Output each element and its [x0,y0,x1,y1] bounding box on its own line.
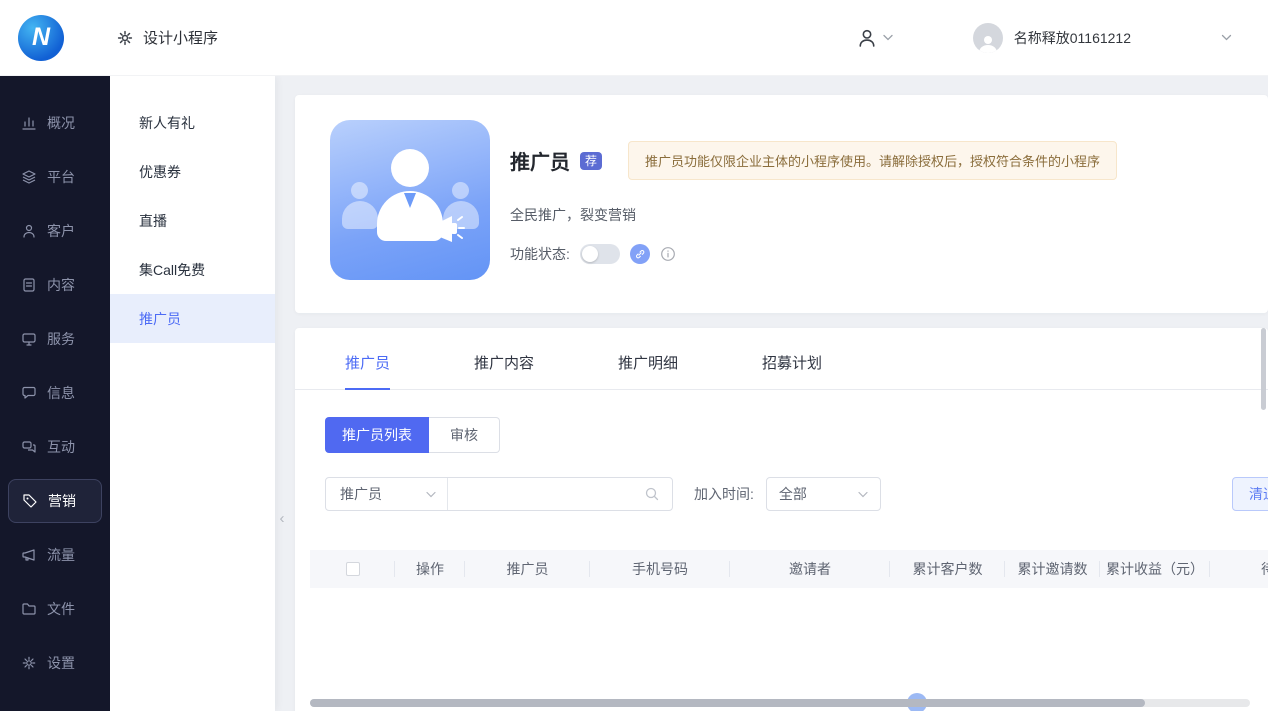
link-icon[interactable] [629,244,650,264]
chat-icon [21,439,37,455]
sidebar-item-files[interactable]: 文件 [0,582,110,636]
primary-sidebar: 概况 平台 客户 内容 服务 信息 互动 营销 流量 文件 设置 [0,76,110,711]
promoter-panel: 推广员 推广内容 推广明细 招募计划 推广员列表 审核 推广员 加入时间: 全部… [295,328,1268,711]
app-logo: N [18,14,64,61]
sidebar-item-settings[interactable]: 设置 [0,636,110,690]
sidebar-item-platform[interactable]: 平台 [0,150,110,204]
col-total-customers: 累计客户数 [890,550,1005,588]
submenu-item-newcomer-gift[interactable]: 新人有礼 [110,98,275,147]
person-icon [856,27,878,49]
col-promoter: 推广员 [465,550,590,588]
tab-bar: 推广员 推广内容 推广明细 招募计划 [295,328,1268,390]
col-actions: 操作 [395,550,465,588]
feature-title: 推广员 [510,152,570,174]
info-icon[interactable] [660,246,676,262]
col-pending: 待结 [1210,550,1268,588]
horizontal-scrollbar[interactable] [310,699,1250,707]
feature-subtitle: 全民推广，裂变营销 [510,207,636,223]
table-header: 操作 推广员 手机号码 邀请者 累计客户数 累计邀请数 累计收益（元） 待结 [310,550,1268,588]
tab-promo-details[interactable]: 推广明细 [618,352,678,389]
user-name: 名称释放01161212 [1013,29,1131,46]
layers-icon [21,169,37,185]
sidebar-item-messages[interactable]: 信息 [0,366,110,420]
chart-icon [21,115,37,131]
message-icon [21,385,37,401]
topbar: N 设计小程序 名称释放01161212 [0,0,1268,76]
sidebar-item-customers[interactable]: 客户 [0,204,110,258]
filter-row: 推广员 加入时间: 全部 清退 [325,477,1268,511]
audit-button[interactable]: 审核 [429,417,500,453]
app-name: 设计小程序 [143,30,219,47]
megaphone-icon [21,547,37,563]
sidebar-item-traffic[interactable]: 流量 [0,528,110,582]
chevron-down-icon [858,491,868,497]
promoter-feature-illustration [330,120,490,280]
avatar [972,22,1003,53]
submenu-item-promoter[interactable]: 推广员 [110,294,275,343]
sidebar-item-marketing[interactable]: 营销 [8,479,102,523]
sidebar-item-services[interactable]: 服务 [0,312,110,366]
sidebar-item-overview[interactable]: 概况 [0,96,110,150]
search-group: 推广员 [325,477,673,511]
gear-icon [116,29,134,47]
tag-icon [22,493,38,509]
secondary-sidebar: 新人有礼 优惠券 直播 集Call免费 推广员 [110,76,275,711]
notice-banner: 推广员功能仅限企业主体的小程序使用。请解除授权后，授权符合条件的小程序 [628,141,1118,180]
dismiss-button[interactable]: 清退 [1232,477,1268,511]
status-label: 功能状态: [510,246,570,262]
tab-recruit-plan[interactable]: 招募计划 [762,352,822,389]
tab-promo-content[interactable]: 推广内容 [474,352,534,389]
horizontal-scrollbar-thumb[interactable] [310,699,1145,707]
user-menu[interactable]: 名称释放01161212 [972,22,1232,53]
chevron-down-icon [883,34,893,41]
account-menu[interactable] [856,27,893,49]
search-input[interactable] [460,486,644,502]
col-inviter: 邀请者 [730,550,890,588]
main-content: ‹ 推广员 荐 推广员功能仅限企业主体的小程序使用。请解除授权后，授权符合条件的… [275,76,1268,711]
promoter-list-button[interactable]: 推广员列表 [325,417,429,453]
collapse-sidebar-handle[interactable]: ‹ [275,504,289,532]
document-icon [21,277,37,293]
col-total-invites: 累计邀请数 [1005,550,1100,588]
recommended-badge: 荐 [580,151,603,170]
megaphone-icon [426,212,466,246]
feature-toggle[interactable] [579,244,620,264]
col-total-earnings: 累计收益（元） [1100,550,1210,588]
sidebar-item-interaction[interactable]: 互动 [0,420,110,474]
search-type-select[interactable]: 推广员 [326,478,448,510]
list-audit-switch: 推广员列表 审核 [325,417,1268,453]
app-switcher[interactable]: 设计小程序 [116,27,218,48]
feature-card: 推广员 荐 推广员功能仅限企业主体的小程序使用。请解除授权后，授权符合条件的小程… [295,95,1268,313]
join-time-select[interactable]: 全部 [765,477,881,511]
person-icon [21,223,37,239]
submenu-item-jicall[interactable]: 集Call免费 [110,245,275,294]
submenu-item-live[interactable]: 直播 [110,196,275,245]
monitor-icon [21,331,37,347]
search-icon[interactable] [644,486,660,502]
select-all-cell [310,550,395,588]
select-all-checkbox[interactable] [345,562,360,576]
chevron-down-icon [426,491,436,497]
col-phone: 手机号码 [590,550,730,588]
submenu-item-coupons[interactable]: 优惠券 [110,147,275,196]
folder-icon [21,601,37,617]
gear-icon [21,655,37,671]
sidebar-item-content[interactable]: 内容 [0,258,110,312]
chevron-down-icon [1221,34,1232,41]
vertical-scrollbar-thumb[interactable] [1261,328,1266,410]
join-time-label: 加入时间: [694,486,754,502]
tab-promoter[interactable]: 推广员 [345,352,391,390]
